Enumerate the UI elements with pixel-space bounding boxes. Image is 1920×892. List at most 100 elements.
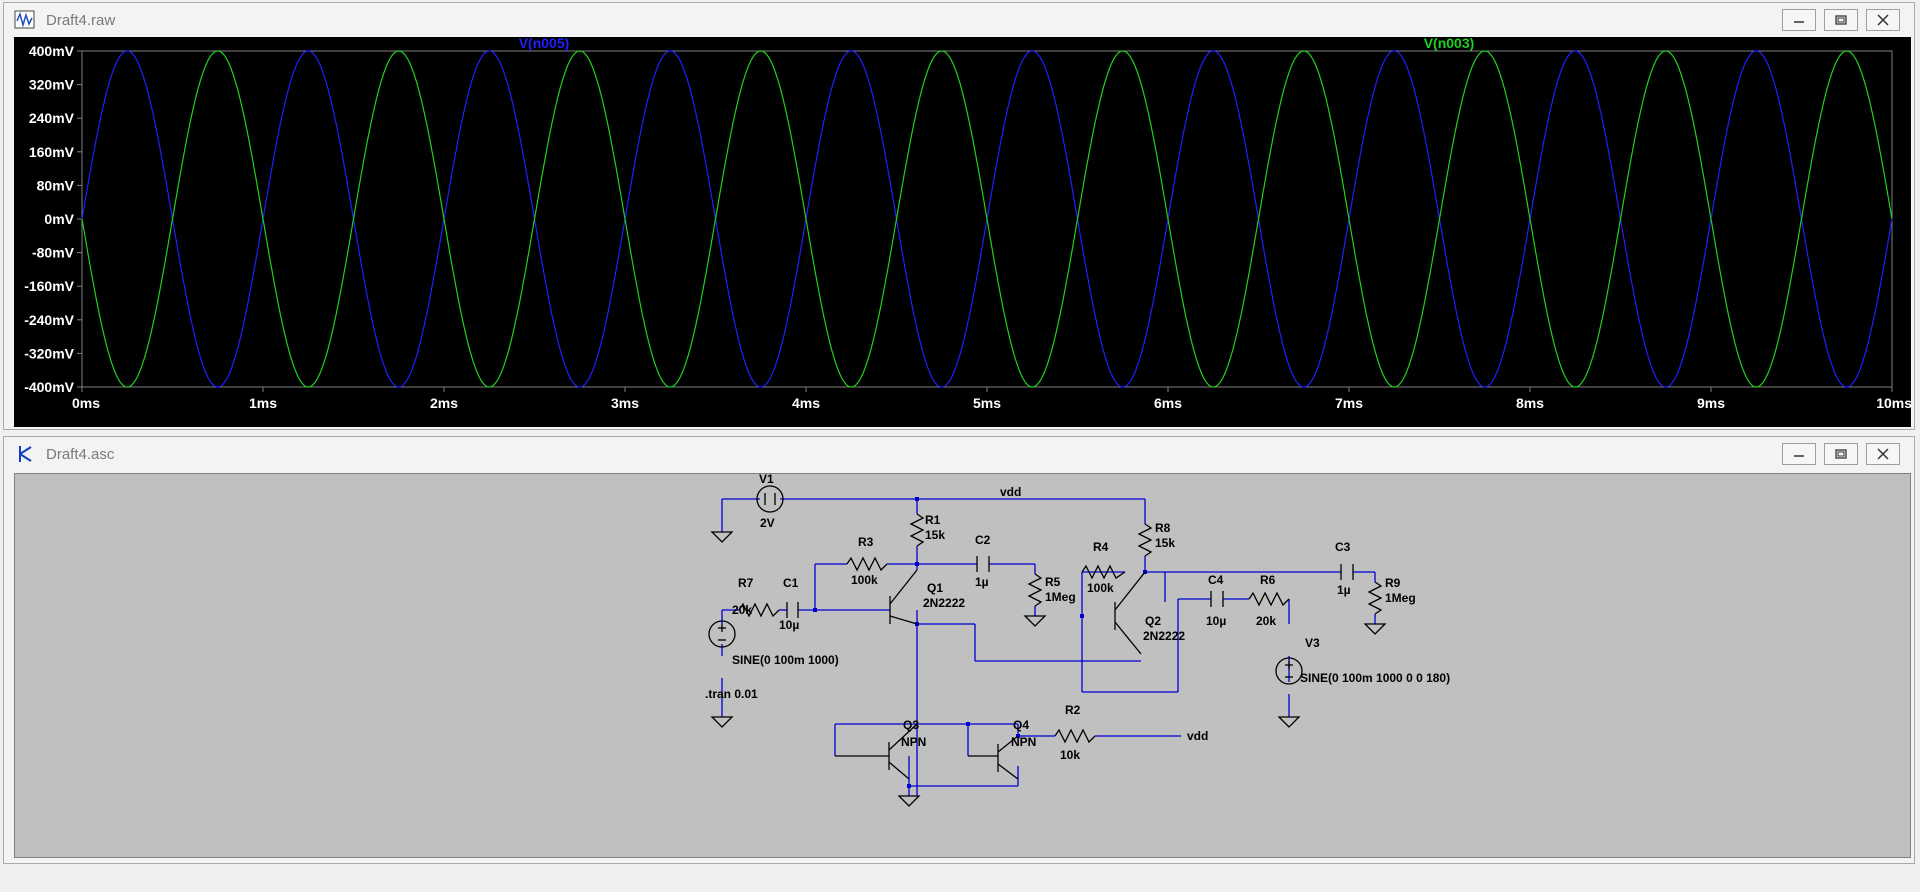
y-tick-label: -80mV xyxy=(32,245,75,261)
net-label-vdd: vdd xyxy=(1000,485,1021,499)
y-tick-label: 400mV xyxy=(29,43,75,59)
label-c1: C1 xyxy=(783,576,799,590)
minimize-button[interactable] xyxy=(1782,9,1816,31)
label-q2-value: 2N2222 xyxy=(1143,629,1185,643)
x-tick-label: 9ms xyxy=(1697,395,1725,411)
net-label-vdd-right: vdd xyxy=(1187,729,1208,743)
label-r4: R4 xyxy=(1093,540,1109,554)
x-tick-label: 1ms xyxy=(249,395,277,411)
close-button[interactable] xyxy=(1866,9,1900,31)
schematic-drawing[interactable]: V1 2V vdd R1 15k R8 15k R3 100k C2 1µ R5… xyxy=(15,472,1912,859)
legend-label[interactable]: V(n005) xyxy=(519,35,570,51)
label-q3-value: NPN xyxy=(901,735,926,749)
waveform-window: Draft4.raw 400mV 320mV 240mV 160mV 80mV 0mV -8… xyxy=(3,2,1915,430)
restore-button[interactable] xyxy=(1824,9,1858,31)
y-tick-label: -400mV xyxy=(24,379,74,395)
label-v1-value: 2V xyxy=(760,516,775,530)
ground-symbol xyxy=(1363,623,1387,635)
label-v2-value: SINE(0 100m 1000) xyxy=(732,653,839,667)
resistor-r6[interactable] xyxy=(1248,591,1290,607)
schematic-titlebar[interactable]: Draft4.asc xyxy=(4,437,1914,471)
waveform-plot[interactable]: 400mV 320mV 240mV 160mV 80mV 0mV -80mV -160mV -2… xyxy=(14,35,1912,427)
schematic-window-title: Draft4.asc xyxy=(46,445,115,463)
restore-icon xyxy=(1835,449,1847,459)
y-tick-label: -160mV xyxy=(24,278,74,294)
v1-source[interactable] xyxy=(756,485,784,513)
capacitor-c4[interactable] xyxy=(1210,591,1224,607)
series-layer xyxy=(81,50,1893,388)
resistor-r3[interactable] xyxy=(846,556,888,572)
series-line-V(n003)[interactable] xyxy=(81,50,1893,388)
y-tick-label: -240mV xyxy=(24,312,74,328)
label-q4-value: NPN xyxy=(1011,735,1036,749)
label-q4: Q4 xyxy=(1013,718,1029,732)
minimize-icon xyxy=(1794,455,1804,457)
x-tick-label: 0ms xyxy=(72,395,100,411)
component-labels: V1 2V vdd R1 15k R8 15k R3 100k C2 1µ R5… xyxy=(705,472,1450,762)
label-r8: R8 xyxy=(1155,521,1171,535)
resistor-r5[interactable] xyxy=(1027,573,1043,607)
y-axis: 400mV 320mV 240mV 160mV 80mV 0mV -80mV -160mV -2… xyxy=(24,43,82,395)
label-c2: C2 xyxy=(975,533,991,547)
label-c2-value: 1µ xyxy=(975,575,989,589)
restore-button[interactable] xyxy=(1824,443,1858,465)
label-q1: Q1 xyxy=(927,581,943,595)
x-tick-label: 2ms xyxy=(430,395,458,411)
y-tick-label: 320mV xyxy=(29,77,75,93)
resistor-r2[interactable] xyxy=(1054,728,1096,744)
resistor-r8[interactable] xyxy=(1137,523,1153,557)
legend-label[interactable]: V(n003) xyxy=(1424,35,1475,51)
label-r6: R6 xyxy=(1260,573,1276,587)
capacitor-c1[interactable] xyxy=(786,602,799,618)
ground-symbol xyxy=(1277,716,1301,728)
waveform-window-title: Draft4.raw xyxy=(46,11,116,29)
close-icon xyxy=(1877,448,1889,460)
label-c4-value: 10µ xyxy=(1206,614,1226,628)
restore-icon xyxy=(1835,15,1847,25)
label-r9: R9 xyxy=(1385,576,1401,590)
label-r1-value: 15k xyxy=(925,528,945,542)
waveform-chart[interactable]: 400mV 320mV 240mV 160mV 80mV 0mV -80mV -160mV -2… xyxy=(14,35,1912,427)
v2-source[interactable] xyxy=(708,620,736,648)
close-button[interactable] xyxy=(1866,443,1900,465)
label-r5-value: 1Meg xyxy=(1045,590,1076,604)
resistor-r9[interactable] xyxy=(1367,581,1383,615)
label-q1-value: 2N2222 xyxy=(923,596,965,610)
label-r7-value: 20k xyxy=(732,603,752,617)
ground-symbol xyxy=(897,795,921,807)
y-tick-label: 240mV xyxy=(29,110,75,126)
transistor-q3[interactable] xyxy=(835,723,918,780)
y-tick-label: -320mV xyxy=(24,345,74,361)
label-r9-value: 1Meg xyxy=(1385,591,1416,605)
x-tick-label: 10ms xyxy=(1876,395,1911,411)
label-c3: C3 xyxy=(1335,540,1351,554)
label-c1-value: 10µ xyxy=(779,618,799,632)
label-r1: R1 xyxy=(925,513,941,527)
capacitor-c3[interactable] xyxy=(1340,564,1354,580)
label-r3-value: 100k xyxy=(851,573,878,587)
x-tick-label: 5ms xyxy=(973,395,1001,411)
minimize-button[interactable] xyxy=(1782,443,1816,465)
transistor-q2[interactable] xyxy=(1114,571,1146,655)
schematic-canvas[interactable]: V1 2V vdd R1 15k R8 15k R3 100k C2 1µ R5… xyxy=(14,472,1912,859)
label-r8-value: 15k xyxy=(1155,536,1175,550)
label-v3: V3 xyxy=(1305,636,1320,650)
transistor-q1[interactable] xyxy=(889,569,918,625)
label-r2-value: 10k xyxy=(1060,748,1080,762)
label-c3-value: 1µ xyxy=(1337,583,1351,597)
waveform-titlebar[interactable]: Draft4.raw xyxy=(4,3,1914,37)
capacitor-c2[interactable] xyxy=(976,556,990,572)
schematic-file-icon xyxy=(19,446,32,462)
x-tick-label: 6ms xyxy=(1154,395,1182,411)
label-r7: R7 xyxy=(738,576,754,590)
resistor-r1[interactable] xyxy=(909,513,925,547)
y-tick-label: 80mV xyxy=(37,177,75,193)
label-c4: C4 xyxy=(1208,573,1224,587)
label-q2: Q2 xyxy=(1145,614,1161,628)
x-axis: 0ms 1ms 2ms 3ms 4ms 5ms 6ms 7ms 8ms 9ms 10ms xyxy=(72,387,1912,411)
label-r2: R2 xyxy=(1065,703,1081,717)
spice-directive[interactable]: .tran 0.01 xyxy=(705,687,758,701)
label-r5: R5 xyxy=(1045,575,1061,589)
x-tick-label: 4ms xyxy=(792,395,820,411)
schematic-window: Draft4.asc V1 2V vdd R1 15k R8 15k R3 10… xyxy=(3,436,1915,864)
